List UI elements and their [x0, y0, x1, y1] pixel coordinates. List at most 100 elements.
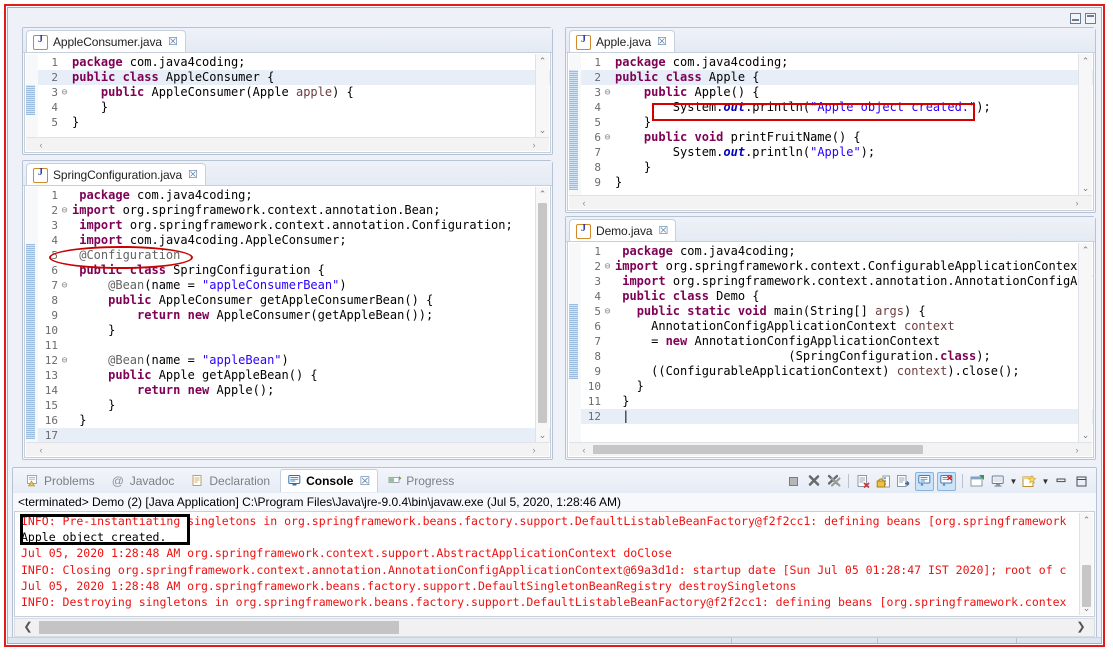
scroll-right-icon[interactable]: ❯ — [1072, 619, 1090, 636]
maximize-icon[interactable] — [1073, 473, 1090, 490]
scroll-down-icon[interactable]: ⌄ — [536, 123, 549, 137]
horizontal-scrollbar[interactable]: ‹ › — [569, 442, 1092, 456]
fold-toggle-icon[interactable]: ⊖ — [60, 85, 69, 100]
close-icon[interactable]: ☒ — [359, 474, 370, 488]
console-horizontal-scrollbar[interactable]: ❮ ❯ — [14, 618, 1095, 637]
scroll-left-icon[interactable]: ❮ — [19, 619, 37, 636]
scroll-right-icon[interactable]: › — [527, 443, 541, 457]
scroll-down-icon[interactable]: ⌄ — [1079, 181, 1092, 195]
scroll-down-icon[interactable]: ⌄ — [1079, 428, 1092, 442]
console-toolbar: ▼ ▼ — [785, 471, 1090, 491]
fold-indicator — [26, 85, 35, 115]
horizontal-scrollbar[interactable]: ‹ › — [26, 137, 549, 151]
stop-square-icon[interactable] — [785, 473, 802, 490]
display-console-icon[interactable] — [989, 473, 1006, 490]
scroll-up-icon[interactable]: ⌃ — [1079, 243, 1092, 257]
line-number: 2 — [581, 70, 601, 85]
console-output-icon[interactable] — [915, 472, 934, 491]
fold-toggle-icon[interactable]: ⊖ — [603, 85, 612, 100]
scroll-left-icon[interactable]: ‹ — [34, 443, 48, 457]
tab-apple-java[interactable]: Apple.java ☒ — [569, 30, 675, 53]
editor-tabrow-apple-consumer: AppleConsumer.java ☒ — [23, 28, 552, 53]
console-vertical-scrollbar[interactable]: ⌃ ⌄ — [1079, 513, 1093, 615]
tab-demo-java[interactable]: Demo.java ☒ — [569, 219, 676, 242]
scroll-right-icon[interactable]: › — [1070, 443, 1084, 457]
fold-toggle-icon[interactable]: ⊖ — [60, 278, 69, 293]
horizontal-scrollbar[interactable]: ‹ › — [569, 195, 1092, 209]
scroll-right-icon[interactable]: › — [1070, 196, 1084, 210]
tab-problems[interactable]: Problems — [19, 470, 102, 492]
code-text: package com.java4coding; — [615, 244, 796, 258]
close-icon[interactable]: ☒ — [168, 37, 178, 48]
tab-apple-consumer-java[interactable]: AppleConsumer.java ☒ — [26, 30, 186, 53]
line-number: 4 — [581, 289, 601, 304]
scroll-right-icon[interactable]: › — [527, 138, 541, 152]
scroll-left-icon[interactable]: ‹ — [577, 196, 591, 210]
code-line: 1 package com.java4coding; — [38, 188, 550, 203]
fold-toggle-icon[interactable]: ⊖ — [603, 304, 612, 319]
line-number: 7 — [581, 334, 601, 349]
remove-x-icon[interactable] — [805, 473, 822, 490]
tab-progress[interactable]: Progress — [381, 470, 461, 492]
chevron-down-icon[interactable]: ▼ — [1009, 473, 1018, 490]
scroll-down-icon[interactable]: ⌄ — [1080, 601, 1093, 615]
word-wrap-icon[interactable] — [895, 473, 912, 490]
code-text: package com.java4coding; — [72, 55, 245, 69]
tab-console[interactable]: Console☒ — [280, 469, 378, 492]
fold-toggle-icon[interactable]: ⊖ — [603, 130, 612, 145]
vertical-scrollbar[interactable]: ⌃ ⌄ — [535, 54, 549, 137]
maximize-window-button[interactable] — [1085, 13, 1096, 24]
fold-toggle-icon[interactable]: ⊖ — [60, 353, 69, 368]
code-area-spring-configuration[interactable]: 1 package com.java4coding;2⊖import org.s… — [24, 185, 551, 458]
scrollbar-thumb[interactable] — [538, 203, 547, 423]
console-line: INFO: Destroying singletons in org.sprin… — [21, 594, 1078, 610]
code-area-demo[interactable]: 1 package com.java4coding;2⊖import org.s… — [567, 241, 1094, 458]
scroll-up-icon[interactable]: ⌃ — [536, 54, 549, 68]
minimize-icon[interactable] — [1053, 473, 1070, 490]
scroll-down-icon[interactable]: ⌄ — [536, 428, 549, 442]
fold-toggle-icon[interactable]: ⊖ — [60, 203, 69, 218]
remove-all-x-icon[interactable] — [825, 473, 842, 490]
scroll-up-icon[interactable]: ⌃ — [1079, 54, 1092, 68]
line-number: 3 — [581, 274, 601, 289]
code-line: 3 import org.springframework.context.ann… — [38, 218, 550, 233]
scrollbar-thumb[interactable] — [39, 621, 399, 634]
scroll-up-icon[interactable]: ⌃ — [536, 187, 549, 201]
clear-console-icon[interactable] — [855, 473, 872, 490]
code-lines: 1package com.java4coding;2public class A… — [581, 55, 1093, 190]
close-icon[interactable]: ☒ — [658, 226, 668, 237]
close-icon[interactable]: ☒ — [657, 37, 667, 48]
line-number: 4 — [38, 233, 58, 248]
horizontal-scrollbar[interactable]: ‹ › — [26, 442, 549, 456]
scroll-left-icon[interactable]: ‹ — [34, 138, 48, 152]
vertical-scrollbar[interactable]: ⌃ ⌄ — [535, 187, 549, 442]
fold-toggle-icon[interactable]: ⊖ — [603, 259, 612, 274]
tab-javadoc[interactable]: @Javadoc — [105, 470, 182, 492]
code-line: 1package com.java4coding; — [38, 55, 550, 70]
code-line: 7 System.out.println("Apple"); — [581, 145, 1093, 160]
code-line: 7 = new AnnotationConfigApplicationConte… — [581, 334, 1093, 349]
code-line: 2⊖import org.springframework.context.Con… — [581, 259, 1093, 274]
chevron-down-icon[interactable]: ▼ — [1041, 473, 1050, 490]
scroll-up-icon[interactable]: ⌃ — [1080, 513, 1093, 527]
code-area-apple-consumer[interactable]: 1package com.java4coding;2public class A… — [24, 52, 551, 153]
code-area-apple[interactable]: 1package com.java4coding;2public class A… — [567, 52, 1094, 211]
new-console-icon[interactable] — [1021, 473, 1038, 490]
console-output-lines: INFO: Pre-instantiating singletons in or… — [21, 513, 1078, 610]
code-line: 6 AnnotationConfigApplicationContext con… — [581, 319, 1093, 334]
close-icon[interactable]: ☒ — [188, 170, 198, 181]
vertical-scrollbar[interactable]: ⌃ ⌄ — [1078, 54, 1092, 195]
scroll-left-icon[interactable]: ‹ — [577, 443, 591, 457]
vertical-scrollbar[interactable]: ⌃ ⌄ — [1078, 243, 1092, 442]
pin-console-icon[interactable] — [969, 473, 986, 490]
tab-spring-configuration-java[interactable]: SpringConfiguration.java ☒ — [26, 163, 206, 186]
code-line: 5⊖ public static void main(String[] args… — [581, 304, 1093, 319]
fold-indicator — [569, 304, 578, 379]
console-error-icon[interactable] — [937, 472, 956, 491]
scrollbar-thumb[interactable] — [593, 445, 923, 454]
tab-declaration[interactable]: Declaration — [184, 470, 277, 492]
minimize-window-button[interactable] — [1070, 13, 1081, 24]
lock-icon[interactable] — [875, 473, 892, 490]
line-number: 16 — [38, 413, 58, 428]
console-output[interactable]: INFO: Pre-instantiating singletons in or… — [14, 511, 1095, 617]
